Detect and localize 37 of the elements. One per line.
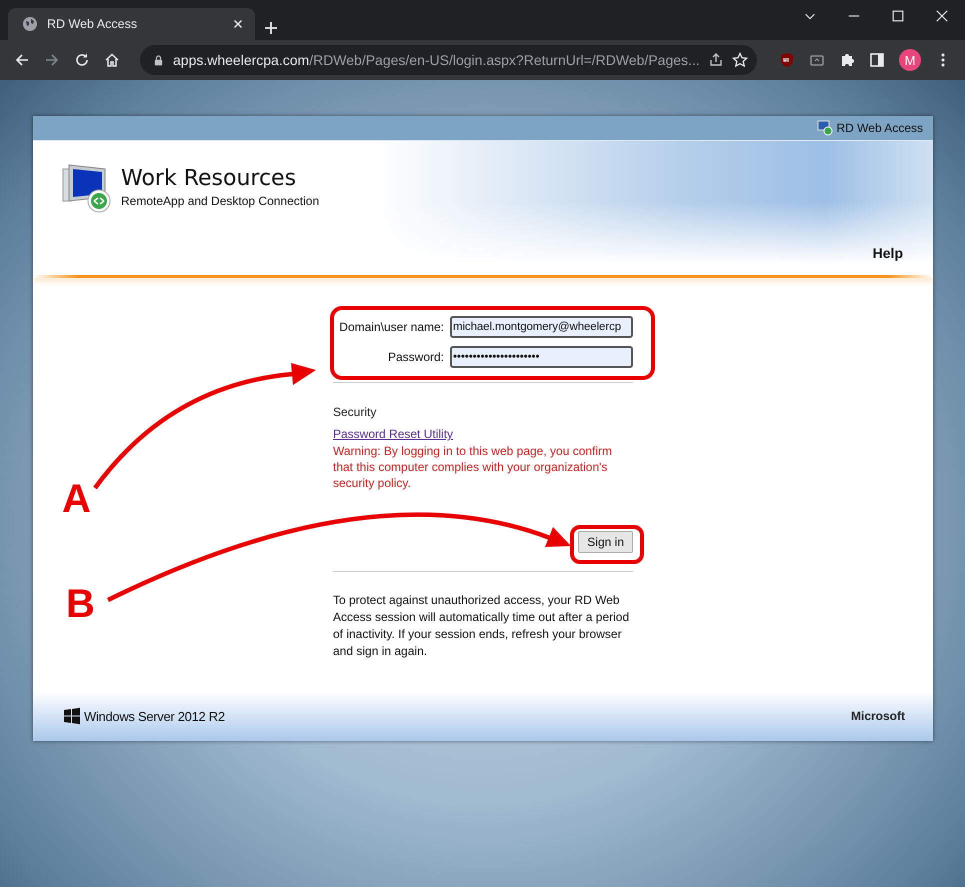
timeout-notice: To protect against unauthorized access, your RD Web Access session will automatically time out after a period of inactivity. If your session ends, refresh your browser and sign in again. — [333, 592, 630, 660]
share-icon[interactable] — [708, 52, 724, 68]
back-icon[interactable] — [14, 52, 30, 68]
tab-title: RD Web Access — [47, 17, 138, 31]
field-label: Domain\user name: — [339, 320, 444, 334]
sign-in-button[interactable]: Sign in — [578, 531, 633, 553]
star-icon[interactable] — [732, 52, 748, 68]
annotation-letter: B — [66, 584, 95, 624]
url-text: apps.wheelercpa.com/RDWeb/Pages/en-US/login.aspx?ReturnUrl=/RDWeb/Pages... — [173, 52, 700, 68]
reload-icon[interactable] — [74, 52, 90, 68]
browser-tab[interactable]: RD Web Access — [8, 8, 255, 40]
input-field[interactable]: michael.montgomery@wheelercp — [450, 316, 633, 338]
close-icon[interactable] — [935, 9, 949, 23]
address-bar[interactable]: apps.wheelercpa.com/RDWeb/Pages/en-US/login.aspx?ReturnUrl=/RDWeb/Pages... — [140, 45, 757, 75]
os-name: Windows Server 2012 R2 — [84, 708, 225, 724]
shield-icon[interactable] — [779, 52, 795, 68]
annotation-letter: A — [62, 479, 91, 519]
puzzle-icon[interactable] — [839, 52, 855, 68]
field-label: Password: — [388, 350, 444, 364]
vendor-name: Microsoft — [851, 709, 905, 723]
page-subtitle: RemoteApp and Desktop Connection — [121, 194, 320, 208]
page-title: Work Resources — [121, 166, 298, 191]
home-icon[interactable] — [104, 52, 120, 68]
input-field[interactable]: •••••••••••••••••••••• — [450, 346, 633, 368]
lock-icon — [152, 54, 165, 66]
section-heading: Security — [333, 405, 378, 419]
app-name: RD Web Access — [836, 121, 923, 135]
remote-desktop-icon — [816, 120, 833, 136]
profile-avatar[interactable]: M — [899, 49, 921, 71]
windows-logo-icon — [63, 707, 81, 725]
warning-text: Warning: By logging in to this web page, you confirm that this computer complies with your organization's security policy. — [333, 443, 614, 491]
sidebar-icon[interactable] — [869, 52, 885, 68]
reset-link[interactable]: Password Reset Utility — [333, 427, 454, 441]
forward-icon[interactable] — [44, 52, 60, 68]
plus-icon[interactable] — [263, 20, 279, 36]
help-link[interactable]: Help — [872, 245, 903, 261]
maximize-icon[interactable] — [891, 9, 905, 23]
